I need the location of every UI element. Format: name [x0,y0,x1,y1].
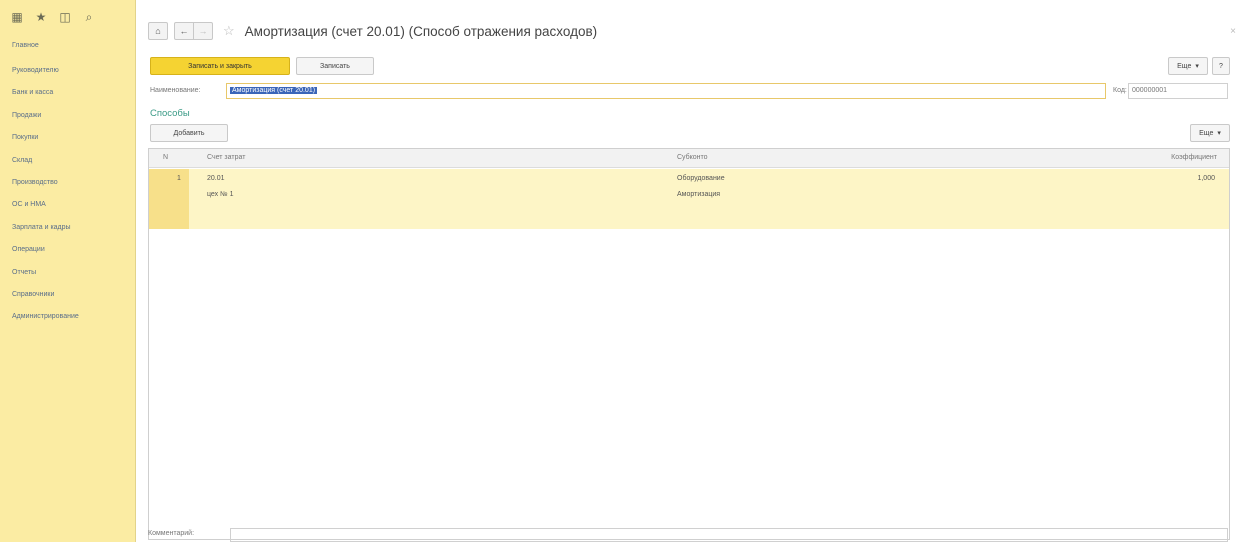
sidebar-item-main[interactable]: Главное [12,38,79,54]
save-button[interactable]: Записать [296,57,374,75]
methods-table: N Счет затрат Субконто Коэффициент 1 20.… [148,148,1230,540]
comment-label: Комментарий: [148,530,195,537]
comment-field[interactable] [230,528,1228,542]
favorites-star-icon[interactable]: ★ [34,10,48,24]
save-and-close-button[interactable]: Записать и закрыть [150,57,290,75]
home-icon[interactable]: ⌂ [148,22,168,40]
column-header-coefficient[interactable]: Коэффициент [1171,154,1217,161]
code-label: Код: [1113,87,1127,94]
table-header: N Счет затрат Субконто Коэффициент [149,149,1229,168]
form-header: ⌂ ← → ☆ Амортизация (счет 20.01) (Способ… [148,18,597,44]
column-header-n[interactable]: N [163,154,168,161]
forward-arrow-icon[interactable]: → [194,22,213,40]
sidebar-item-purchases[interactable]: Покупки [12,127,79,149]
sidebar-item-bank[interactable]: Банк и касса [12,82,79,104]
table-more-label: Еще [1199,129,1214,137]
name-label: Наименование: [150,87,201,94]
add-button[interactable]: Добавить [150,124,228,142]
back-arrow-icon[interactable]: ← [174,22,194,40]
sidebar-toolbar: ▦ ★ ◫ ⌕ [10,10,96,25]
sidebar-item-operations[interactable]: Операции [12,239,79,261]
more-label: Еще [1177,62,1192,70]
subconto-2-cell[interactable]: Амортизация [677,191,720,198]
sidebar-item-warehouse[interactable]: Склад [12,150,79,172]
favorite-star-icon[interactable]: ☆ [223,23,235,39]
table-row[interactable]: 1 20.01 цех № 1 Оборудование Амортизация… [149,169,1229,229]
sidebar-item-assets[interactable]: ОС и НМА [12,194,79,216]
grid-menu-icon[interactable]: ▦ [10,10,24,24]
chevron-down-icon: ▾ [1217,130,1221,137]
code-field[interactable]: 000000001 [1128,83,1228,99]
column-header-account[interactable]: Счет затрат [207,154,245,161]
more-button[interactable]: Еще ▾ [1168,57,1208,75]
account-cell[interactable]: 20.01 [207,175,225,182]
sidebar-item-directories[interactable]: Справочники [12,284,79,306]
sidebar-item-reports[interactable]: Отчеты [12,262,79,284]
name-field[interactable]: Амортизация (счет 20.01) [226,83,1106,99]
department-cell[interactable]: цех № 1 [207,191,233,198]
code-field-value: 000000001 [1132,87,1168,94]
subconto-1-cell[interactable]: Оборудование [677,175,725,182]
close-icon[interactable]: × [1230,26,1236,37]
table-more-button[interactable]: Еще ▾ [1190,124,1230,142]
chevron-down-icon: ▾ [1195,63,1199,70]
sections-panel: ▦ ★ ◫ ⌕ Главное Руководителю Банк и касс… [0,0,136,542]
page-title: Амортизация (счет 20.01) (Способ отражен… [244,23,598,39]
row-number: 1 [177,175,181,182]
sidebar-item-manager[interactable]: Руководителю [12,60,79,82]
methods-section-title: Способы [150,108,190,119]
sidebar-item-admin[interactable]: Администрирование [12,306,79,328]
sidebar-item-sales[interactable]: Продажи [12,105,79,127]
sections-list: Главное Руководителю Банк и касса Продаж… [12,38,79,329]
sidebar-item-payroll[interactable]: Зарплата и кадры [12,217,79,239]
name-field-value: Амортизация (счет 20.01) [230,87,318,94]
row-number-cell: 1 [149,169,189,229]
help-button[interactable]: ? [1212,57,1230,75]
column-header-subconto[interactable]: Субконто [677,154,708,161]
search-icon[interactable]: ⌕ [82,10,96,24]
history-icon[interactable]: ◫ [58,10,72,24]
coefficient-cell[interactable]: 1,000 [1197,175,1215,182]
sidebar-item-production[interactable]: Производство [12,172,79,194]
